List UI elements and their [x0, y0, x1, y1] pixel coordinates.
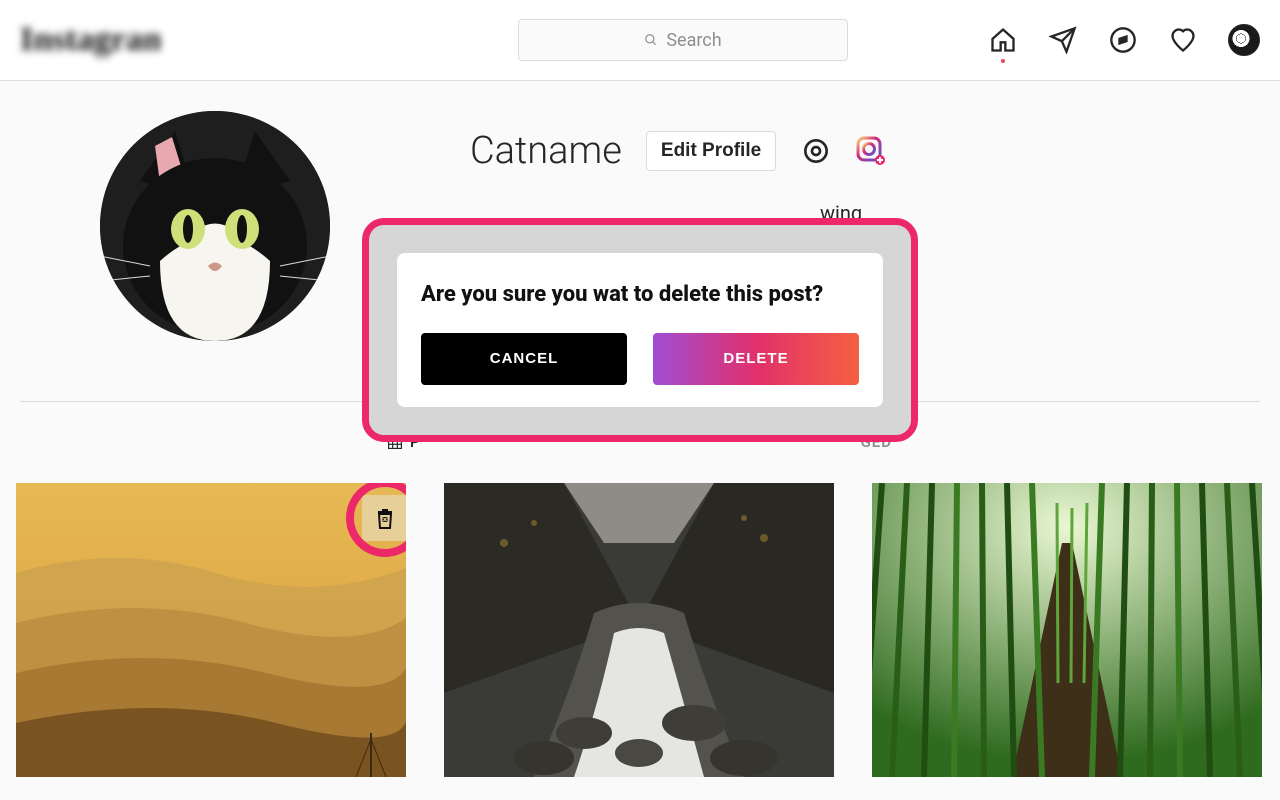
delete-button[interactable]: DELETE: [653, 333, 859, 385]
search-icon: [644, 33, 658, 47]
post-tile-3[interactable]: [872, 483, 1262, 777]
nav-icons: [988, 24, 1260, 56]
trash-icon: [373, 506, 397, 530]
app-logo[interactable]: Instagram: [20, 18, 160, 62]
new-post-icon[interactable]: [856, 136, 886, 166]
delete-post-button[interactable]: [362, 495, 406, 541]
search-placeholder-text: Search: [666, 30, 721, 51]
top-nav: Instagram Search: [0, 0, 1280, 81]
posts-grid: [0, 461, 1280, 777]
edit-profile-button[interactable]: Edit Profile: [646, 131, 776, 171]
profile-avatar-large[interactable]: [100, 111, 330, 341]
profile-username: Catname: [470, 129, 622, 173]
post-image-bamboo-forest: [872, 483, 1262, 777]
svg-text:Instagram: Instagram: [20, 21, 160, 58]
nav-home[interactable]: [988, 25, 1018, 55]
search-field-wrap: Search: [518, 19, 848, 61]
compass-icon: [1109, 26, 1137, 54]
nav-messages[interactable]: [1048, 25, 1078, 55]
confirm-delete-dialog-frame: Are you sure you wat to delete this post…: [362, 218, 918, 442]
nav-explore[interactable]: [1108, 25, 1138, 55]
search-input[interactable]: Search: [518, 19, 848, 61]
notification-dot: [1001, 59, 1005, 63]
logo-icon: Instagram: [20, 18, 160, 62]
post-tile-1[interactable]: [16, 483, 406, 777]
paper-plane-icon: [1049, 26, 1077, 54]
confirm-delete-dialog: Are you sure you wat to delete this post…: [397, 253, 883, 407]
gear-icon[interactable]: [800, 135, 832, 167]
profile-meta: Catname Edit Profile wing: [470, 111, 902, 225]
cat-avatar-image: [100, 111, 330, 341]
nav-profile-avatar[interactable]: [1228, 24, 1260, 56]
post-tile-2[interactable]: [444, 483, 834, 777]
heart-icon: [1169, 26, 1197, 54]
cancel-button[interactable]: CANCEL: [421, 333, 627, 385]
home-icon: [989, 26, 1017, 54]
dialog-title: Are you sure you wat to delete this post…: [421, 279, 859, 311]
nav-activity[interactable]: [1168, 25, 1198, 55]
post-image-river-valley: [444, 483, 834, 777]
